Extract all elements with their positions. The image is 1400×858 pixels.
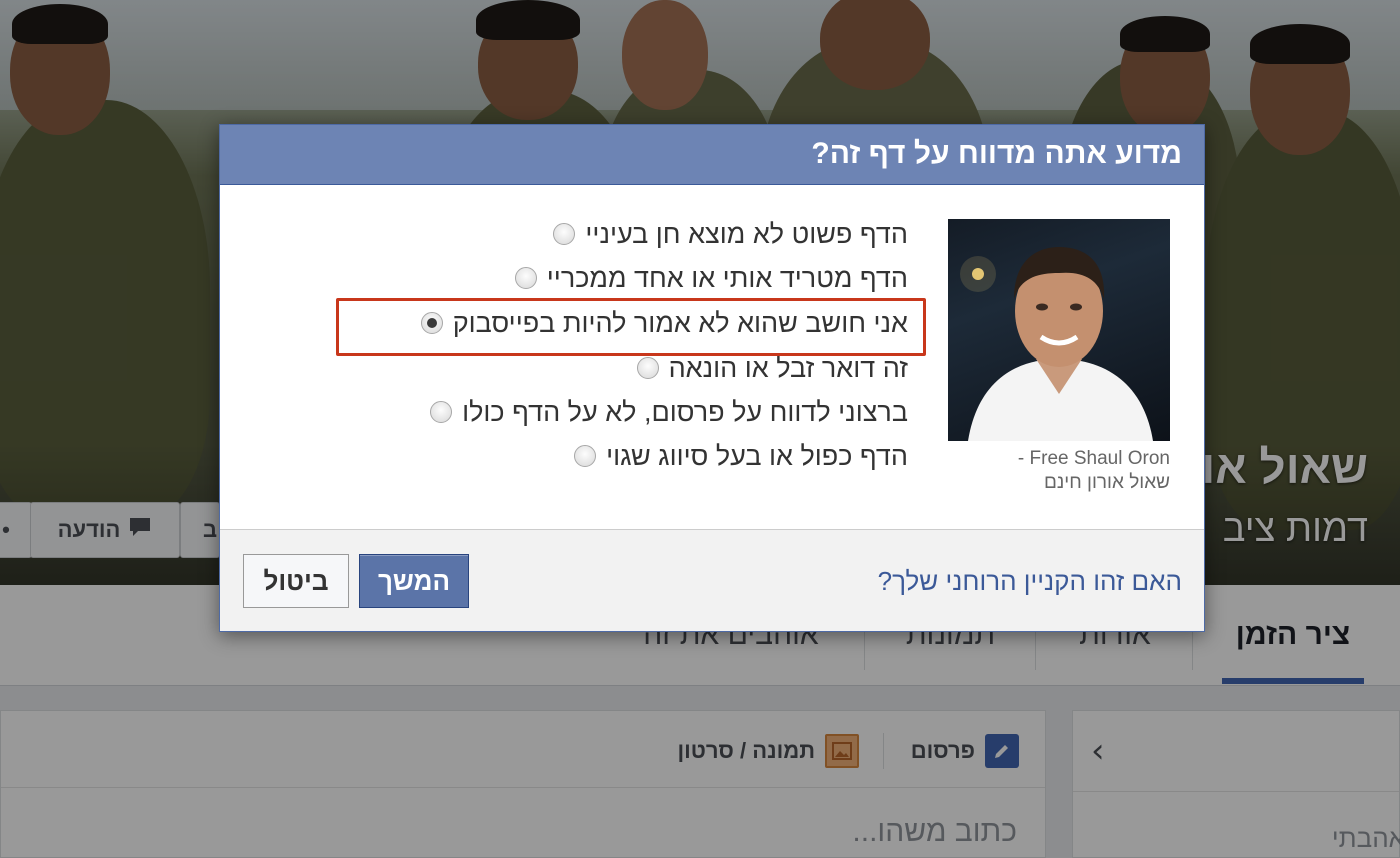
continue-button[interactable]: המשך [359,554,469,608]
radio-button[interactable] [430,401,453,423]
report-option-label: הדף פשוט לא מוצא חן בעיניי [585,218,908,249]
selection-highlight [336,298,926,356]
page-caption-hebrew: שאול אורון חינם [1044,472,1170,493]
page-caption: - Free Shaul Oron שאול אורון חינם [1018,447,1170,495]
radio-button[interactable] [514,267,537,289]
cancel-button[interactable]: ביטול [243,554,349,608]
report-option[interactable]: ברצוני לדווח על פרסום, לא על הדף כולו [430,392,908,432]
report-option[interactable]: הדף פשוט לא מוצא חן בעיניי [553,214,908,254]
report-option-label: הדף כפול או בעל סיווג שגוי [606,440,908,471]
page-profile-photo [948,219,1170,441]
page-caption-english: - Free Shaul Oron [1017,448,1170,469]
report-option[interactable]: הדף כפול או בעל סיווג שגוי [574,436,908,476]
dialog-footer: האם זהו הקניין הרוחני שלך? המשך ביטול [220,529,1204,631]
dialog-title: מדוע אתה מדווח על דף זה? [811,137,1182,170]
radio-button[interactable] [574,445,597,467]
report-option-label: זה דואר זבל או הונאה [668,352,908,383]
report-option[interactable]: הדף מטריד אותי או אחד ממכריי [514,258,908,298]
report-dialog: מדוע אתה מדווח על דף זה? - Free Shaul Or… [219,124,1205,632]
radio-button[interactable] [553,223,576,245]
radio-button[interactable] [636,357,659,379]
dialog-header: מדוע אתה מדווח על דף זה? [220,125,1204,185]
report-option-label: ברצוני לדווח על פרסום, לא על הדף כולו [462,396,908,427]
report-option-label: הדף מטריד אותי או אחד ממכריי [546,262,908,293]
intellectual-property-link[interactable]: האם זהו הקניין הרוחני שלך? [878,566,1182,597]
